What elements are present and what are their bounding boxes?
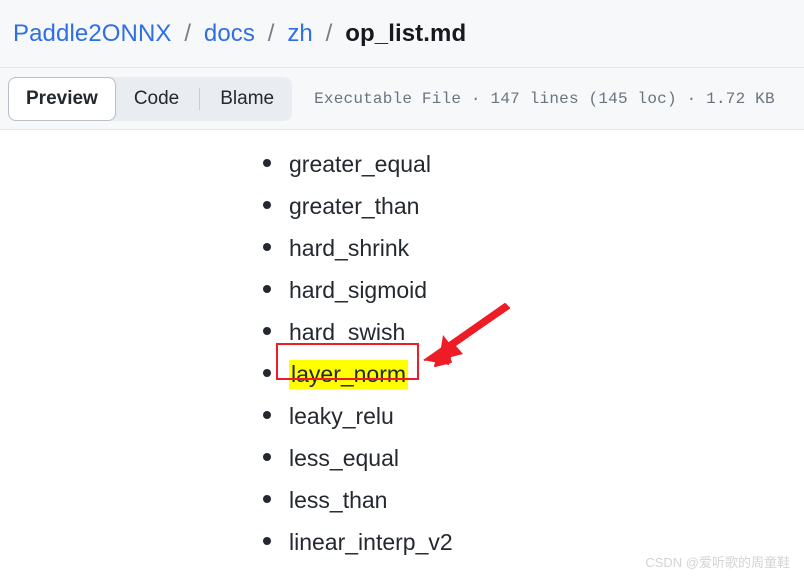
- operator-name: hard_swish: [289, 319, 406, 346]
- list-item: hard_sigmoid: [0, 268, 804, 310]
- list-bullet-icon: [263, 327, 271, 335]
- markdown-preview-body: greater_equal greater_than hard_shrinkhard…: [0, 130, 804, 562]
- list-bullet-icon: [263, 159, 271, 167]
- breadcrumb-separator-1: /: [184, 19, 192, 47]
- view-tab-group: Preview Code Blame: [8, 76, 293, 121]
- list-item: hard_swish: [0, 310, 804, 352]
- list-item: hard_shrink: [0, 226, 804, 268]
- tab-blame[interactable]: Blame: [202, 77, 292, 121]
- list-item: less_than: [0, 478, 804, 520]
- breadcrumb-separator-2: /: [267, 19, 275, 47]
- operator-name: greater_than: [289, 193, 420, 220]
- operator-name: linear_interp_v2: [289, 529, 453, 556]
- list-item: layer_norm: [0, 352, 804, 394]
- list-item: leaky_relu: [0, 394, 804, 436]
- tab-code[interactable]: Code: [116, 77, 197, 121]
- operator-name: layer_norm: [289, 360, 409, 390]
- operator-name: hard_shrink: [289, 235, 410, 262]
- operator-name: less_equal: [289, 445, 399, 472]
- operator-list: greater_equal greater_than hard_shrinkhard…: [0, 142, 804, 562]
- list-bullet-icon: [263, 285, 271, 293]
- file-view-toolbar: Preview Code Blame Executable File · 147…: [0, 68, 804, 130]
- list-bullet-icon: [263, 243, 271, 251]
- watermark-text: CSDN @爱听歌的周童鞋: [645, 555, 790, 570]
- file-header: Paddle2ONNX / docs / zh / op_list.md: [0, 0, 804, 68]
- tab-preview[interactable]: Preview: [8, 76, 116, 121]
- list-item: greater_than: [0, 184, 804, 226]
- breadcrumb-folder-docs-link[interactable]: docs: [204, 20, 255, 47]
- list-bullet-icon: [263, 453, 271, 461]
- list-item: less_equal: [0, 436, 804, 478]
- list-bullet-icon: [263, 411, 271, 419]
- operator-name: less_than: [289, 487, 388, 514]
- breadcrumb-folder-zh-link[interactable]: zh: [287, 20, 313, 47]
- list-bullet-icon: [263, 537, 271, 545]
- operator-name: greater_equal: [289, 151, 431, 178]
- breadcrumb-current-file: op_list.md: [345, 19, 467, 47]
- list-bullet-icon: [263, 201, 271, 209]
- list-item: greater_equal: [0, 142, 804, 184]
- breadcrumb-separator-3: /: [325, 19, 333, 47]
- operator-name: hard_sigmoid: [289, 277, 428, 304]
- operator-name: leaky_relu: [289, 403, 394, 430]
- breadcrumb: Paddle2ONNX / docs / zh / op_list.md: [13, 19, 466, 49]
- tab-divider: [199, 87, 201, 110]
- file-metadata: Executable File · 147 lines (145 loc) · …: [314, 89, 775, 108]
- breadcrumb-repo-link[interactable]: Paddle2ONNX: [13, 20, 172, 47]
- list-bullet-icon: [263, 495, 271, 503]
- list-bullet-icon: [263, 369, 271, 377]
